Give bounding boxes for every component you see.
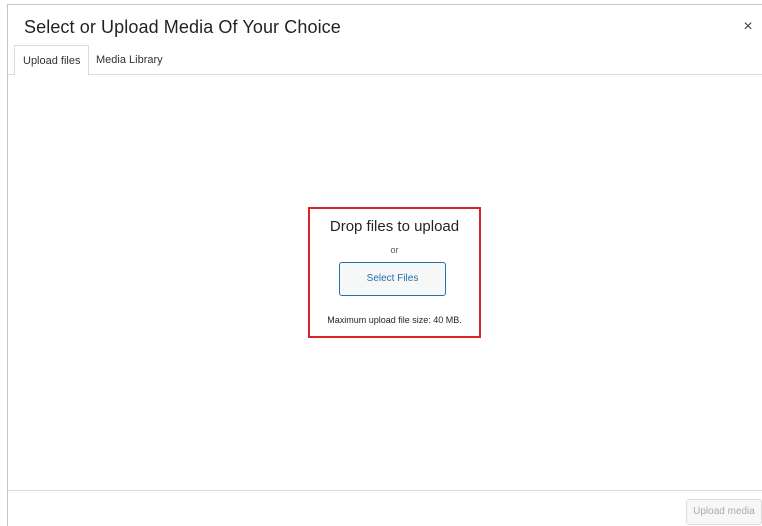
or-text: or — [390, 245, 399, 255]
upload-media-button[interactable]: Upload media — [686, 499, 762, 525]
close-icon[interactable]: × — [736, 15, 760, 39]
modal-title: Select or Upload Media Of Your Choice — [24, 17, 341, 37]
max-upload-size-text: Maximum upload file size: 40 MB. — [327, 315, 462, 325]
upload-drop-zone[interactable]: Drop files to upload or Select Files Max… — [8, 76, 762, 490]
media-modal: Select or Upload Media Of Your Choice × … — [7, 4, 762, 526]
tab-media-library[interactable]: Media Library — [88, 45, 171, 75]
media-tabs: Upload files Media Library — [8, 45, 762, 76]
drop-files-text: Drop files to upload — [329, 218, 460, 235]
upload-instructions-highlight: Drop files to upload or Select Files Max… — [308, 207, 481, 338]
select-files-button[interactable]: Select Files — [339, 262, 446, 296]
tab-upload-files[interactable]: Upload files — [14, 45, 90, 76]
modal-footer: Upload media — [8, 490, 762, 526]
